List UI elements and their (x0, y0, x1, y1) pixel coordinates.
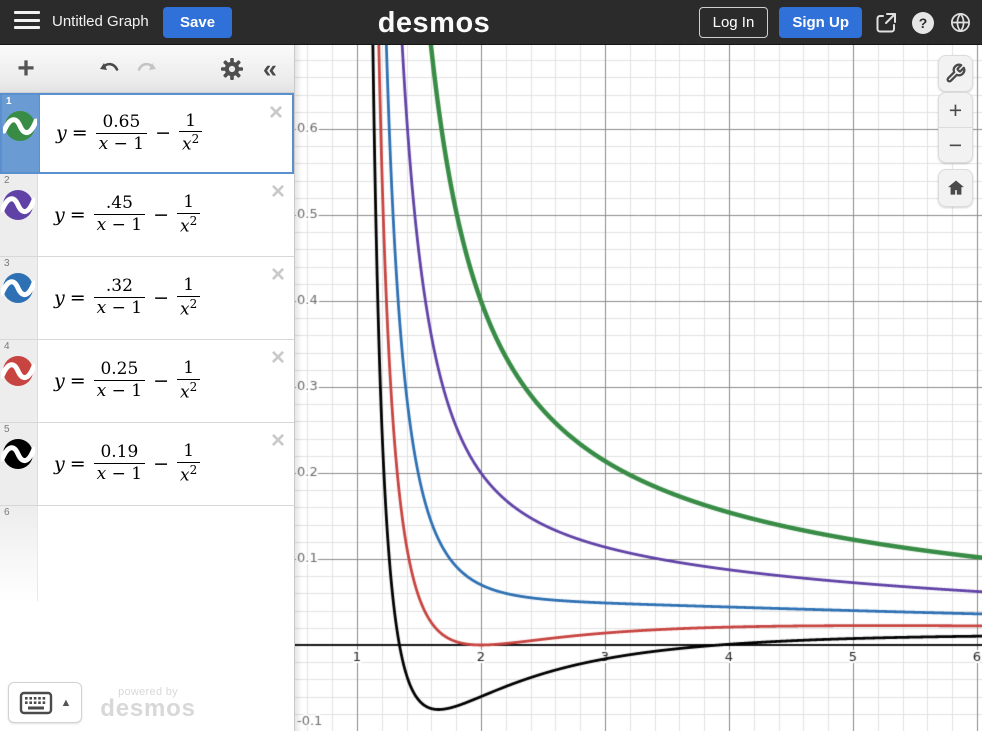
expression-color-icon[interactable] (3, 109, 37, 143)
help-icon[interactable]: ? (910, 10, 936, 36)
expression-index: 1 (6, 96, 12, 107)
undo-icon[interactable] (94, 45, 124, 93)
math-lhs: y (56, 122, 67, 144)
powered-by-watermark: powered by desmos (96, 686, 200, 721)
expression-row-2[interactable]: 2 y = .45 x − 1 − (0, 174, 294, 257)
expression-index: 5 (4, 424, 10, 435)
fraction-numerator: 1 (179, 112, 202, 132)
show-keyboard-button[interactable]: ▲ (8, 682, 82, 723)
graph-settings-gear-icon[interactable] (216, 45, 248, 93)
expression-gutter-4[interactable]: 4 (0, 340, 38, 422)
expression-gutter-1[interactable]: 1 (2, 95, 40, 172)
expression-input[interactable] (38, 506, 294, 601)
expression-index: 4 (4, 341, 10, 352)
signup-button[interactable]: Sign Up (779, 7, 862, 38)
expression-row-3[interactable]: 3 y = .32 x − 1 − (0, 257, 294, 340)
expression-input[interactable]: y = .32 x − 1 − 1 x2 (38, 257, 294, 339)
redo-icon[interactable] (132, 45, 162, 93)
expression-index: 3 (4, 258, 10, 269)
graph-title[interactable]: Untitled Graph (52, 13, 149, 30)
delete-expression-icon[interactable]: × (271, 180, 285, 204)
delete-expression-icon[interactable]: × (271, 346, 285, 370)
share-icon[interactable] (873, 10, 899, 36)
keyboard-icon (19, 691, 53, 715)
language-globe-icon[interactable] (947, 10, 973, 36)
math-equals: = (72, 122, 88, 144)
home-icon (946, 178, 966, 198)
expression-gutter-6[interactable]: 6 (0, 506, 38, 601)
expression-gutter-5[interactable]: 5 (0, 423, 38, 505)
keyboard-expand-arrow-icon: ▲ (61, 697, 72, 709)
expression-gutter-3[interactable]: 3 (0, 257, 38, 339)
collapse-panel-icon[interactable]: « (254, 45, 286, 93)
expression-toolbar: + « (0, 45, 294, 93)
zoom-in-button[interactable]: + (939, 93, 972, 128)
zoom-out-button[interactable]: − (939, 128, 972, 162)
save-button[interactable]: Save (163, 7, 232, 38)
expression-row-4[interactable]: 4 y = 0.25 x − 1 − (0, 340, 294, 423)
expression-index: 6 (4, 507, 10, 518)
expression-input[interactable]: y = 0.25 x − 1 − 1 x2 (38, 340, 294, 422)
expression-row-6-empty[interactable]: 6 (0, 506, 294, 601)
fraction-numerator: 0.65 (96, 113, 147, 133)
desmos-app: Untitled Graph Save desmos Log In Sign U… (0, 0, 982, 731)
fraction-denominator: x2 (179, 131, 202, 155)
expression-panel: + « (0, 45, 295, 731)
login-button[interactable]: Log In (699, 7, 769, 38)
expression-list: 1 y = 0.65 x − 1 − (0, 93, 294, 601)
default-viewport-home-button[interactable] (938, 169, 973, 207)
math-fraction-2: 1 x2 (179, 112, 202, 156)
expression-input[interactable]: y = .45 x − 1 − 1 x2 (38, 174, 294, 256)
menu-icon[interactable] (14, 11, 40, 33)
expression-row-1[interactable]: 1 y = 0.65 x − 1 − (0, 93, 294, 174)
wrench-icon (945, 63, 966, 84)
zoom-button-group: + − (938, 92, 973, 163)
topbar-right-cluster: Log In Sign Up ? (699, 0, 973, 45)
delete-expression-icon[interactable]: × (269, 101, 283, 125)
math-minus: − (155, 122, 171, 144)
expression-color-icon[interactable] (1, 354, 35, 388)
expression-color-icon[interactable] (1, 437, 35, 471)
graph-paper: + − (295, 45, 982, 731)
math-fraction-1: 0.65 x − 1 (96, 113, 147, 154)
fraction-denominator: x − 1 (96, 133, 147, 155)
graph-canvas[interactable] (295, 45, 982, 731)
expression-index: 2 (4, 175, 10, 186)
expression-input[interactable]: y = 0.19 x − 1 − 1 x2 (38, 423, 294, 505)
expression-input[interactable]: y = 0.65 x − 1 − 1 x2 (40, 95, 292, 172)
expression-color-icon[interactable] (1, 271, 35, 305)
delete-expression-icon[interactable]: × (271, 429, 285, 453)
expression-color-icon[interactable] (1, 188, 35, 222)
graph-settings-wrench-button[interactable] (938, 55, 973, 92)
expression-row-5[interactable]: 5 y = 0.19 x − 1 − (0, 423, 294, 506)
desmos-logo: desmos (378, 7, 491, 40)
delete-expression-icon[interactable]: × (271, 263, 285, 287)
top-bar: Untitled Graph Save desmos Log In Sign U… (0, 0, 982, 45)
add-expression-button[interactable]: + (10, 45, 42, 93)
expression-gutter-2[interactable]: 2 (0, 174, 38, 256)
